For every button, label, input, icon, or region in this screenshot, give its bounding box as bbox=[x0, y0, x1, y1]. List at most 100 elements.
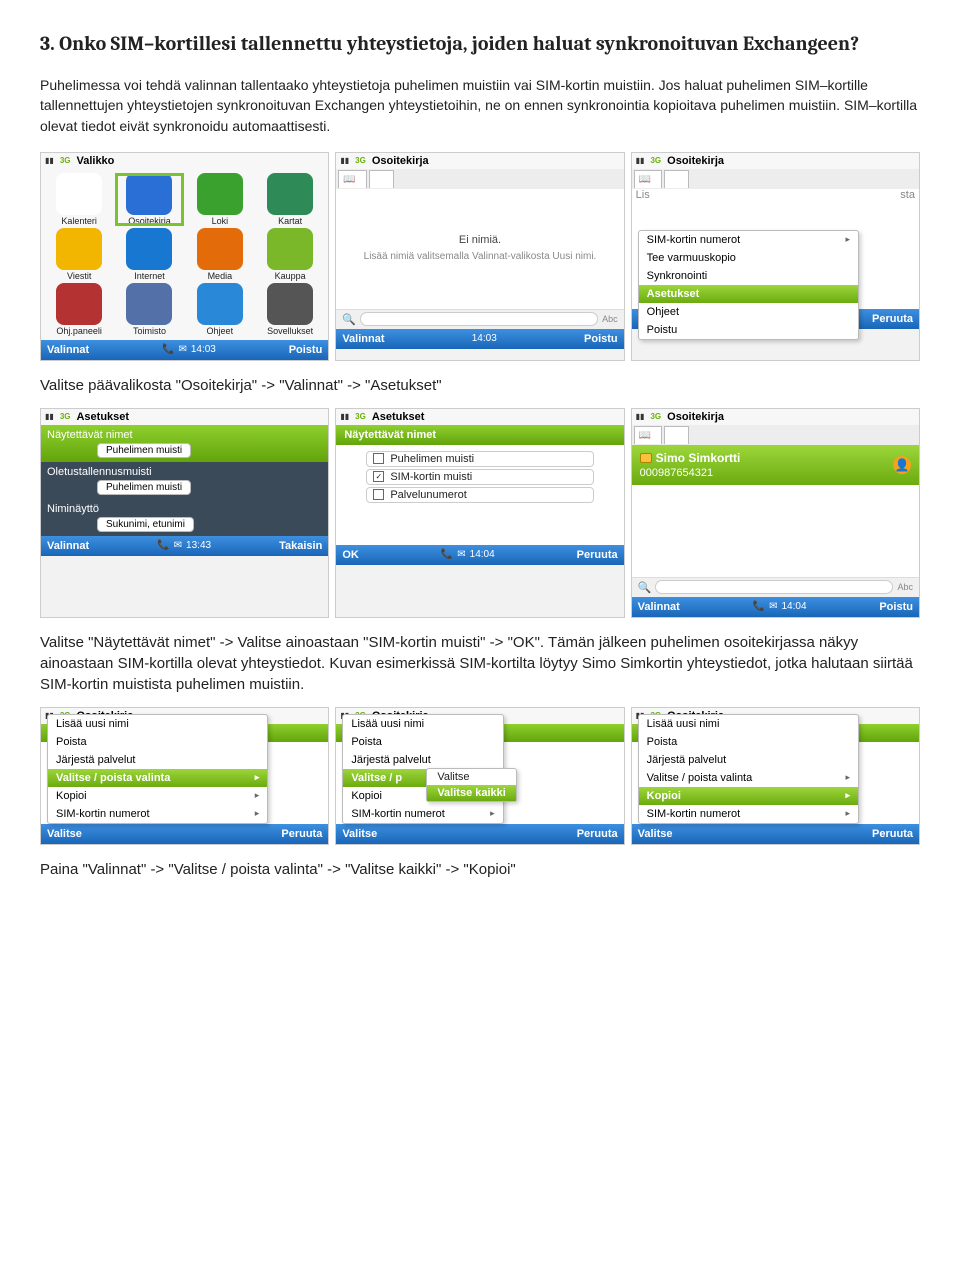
sim-icon bbox=[640, 453, 652, 463]
avatar-icon: 👤 bbox=[893, 456, 911, 474]
checkbox-icon: ✓ bbox=[373, 471, 384, 482]
chevron-right-icon: ▸ bbox=[255, 790, 260, 801]
softkey-left[interactable]: OK bbox=[342, 549, 359, 561]
menu-item[interactable]: Poista bbox=[48, 733, 267, 751]
chevron-right-icon: ▸ bbox=[845, 808, 850, 819]
menu-item[interactable]: Ohjeet bbox=[639, 303, 858, 321]
app-label: Toimisto bbox=[133, 326, 166, 336]
softkey-right[interactable]: Peruuta bbox=[872, 828, 913, 840]
menu-item[interactable]: Asetukset bbox=[639, 285, 858, 303]
phone-options-copy: ▮▮3GOsoitekirja Lisää uusi nimiPoistaJär… bbox=[631, 707, 920, 845]
app-glyph bbox=[267, 283, 313, 325]
empty-hint: Lisää nimiä valitsemalla Valinnat-valiko… bbox=[364, 250, 597, 263]
contact-number: 000987654321 bbox=[640, 467, 741, 479]
app-icon-ohjeet[interactable]: Ohjeet bbox=[186, 283, 254, 336]
softkey-right[interactable]: Peruuta bbox=[577, 549, 618, 561]
submenu-item[interactable]: Valitse bbox=[427, 769, 516, 785]
tab-contacts[interactable]: 📖 bbox=[338, 170, 366, 188]
app-icon-viestit[interactable]: Viestit bbox=[45, 228, 113, 281]
screen-title: Valikko bbox=[76, 155, 114, 167]
setting-row[interactable]: NiminäyttöSukunimi, etunimi bbox=[41, 499, 328, 536]
menu-item[interactable]: Lisää uusi nimi bbox=[639, 715, 858, 733]
app-icon-toimisto[interactable]: Toimisto bbox=[115, 283, 183, 336]
softkey-left[interactable]: Valinnat bbox=[342, 333, 384, 345]
submenu-item[interactable]: Valitse kaikki bbox=[427, 785, 516, 801]
checkbox-row[interactable]: Palvelunumerot bbox=[366, 487, 593, 503]
app-glyph bbox=[56, 228, 102, 270]
app-label: Media bbox=[208, 271, 233, 281]
search-input[interactable] bbox=[360, 312, 598, 326]
menu-item[interactable]: SIM-kortin numerot▸ bbox=[639, 231, 858, 249]
setting-value: Sukunimi, etunimi bbox=[97, 517, 194, 532]
app-label: Ohjeet bbox=[207, 326, 234, 336]
checkbox-row[interactable]: Puhelimen muisti bbox=[366, 451, 593, 467]
clock: 14:03 bbox=[191, 344, 216, 355]
app-glyph bbox=[267, 173, 313, 215]
menu-item[interactable]: Kopioi▸ bbox=[639, 787, 858, 805]
chevron-right-icon: ▸ bbox=[255, 772, 260, 783]
book-icon: 📖 bbox=[343, 174, 355, 185]
contact-row[interactable]: Simo Simkortti 000987654321 👤 bbox=[632, 445, 919, 485]
search-icon: 🔍 bbox=[342, 313, 356, 326]
menu-item[interactable]: SIM-kortin numerot▸ bbox=[343, 805, 502, 823]
book-icon: 📖 bbox=[639, 174, 651, 185]
app-icon-osoitekirja[interactable]: Osoitekirja bbox=[115, 173, 183, 226]
menu-item[interactable]: Järjestä palvelut bbox=[639, 751, 858, 769]
softkey-right[interactable]: Poistu bbox=[289, 344, 323, 356]
menu-item[interactable]: Järjestä palvelut bbox=[48, 751, 267, 769]
app-icon-kalenteri[interactable]: Kalenteri bbox=[45, 173, 113, 226]
app-icon-kauppa[interactable]: Kauppa bbox=[256, 228, 324, 281]
app-icon-media[interactable]: Media bbox=[186, 228, 254, 281]
app-icon-sovellukset[interactable]: Sovellukset bbox=[256, 283, 324, 336]
screenshot-row-3: ▮▮3GOsoitekirja Lisää uusi nimiPoistaJär… bbox=[40, 707, 920, 845]
softkey-right[interactable]: Poistu bbox=[584, 333, 618, 345]
menu-item[interactable]: Synkronointi bbox=[639, 267, 858, 285]
app-label: Kartat bbox=[278, 216, 302, 226]
softkey-left[interactable]: Valinnat bbox=[638, 601, 680, 613]
menu-item[interactable]: Valitse / poista valinta▸ bbox=[48, 769, 267, 787]
chevron-right-icon: ▸ bbox=[845, 772, 850, 783]
menu-item[interactable]: Tee varmuuskopio bbox=[639, 249, 858, 267]
menu-item[interactable]: Poista bbox=[343, 733, 502, 751]
app-icon-kartat[interactable]: Kartat bbox=[256, 173, 324, 226]
menu-item[interactable]: Järjestä palvelut bbox=[343, 751, 502, 769]
softkey-right[interactable]: Peruuta bbox=[281, 828, 322, 840]
phone-mainmenu: ▮▮3GValikko KalenteriOsoitekirjaLokiKart… bbox=[40, 152, 329, 361]
menu-item[interactable]: Valitse / poista valinta▸ bbox=[639, 769, 858, 787]
abc-icon: Abc bbox=[602, 314, 618, 324]
softkey-left[interactable]: Valinnat bbox=[47, 344, 89, 356]
softkey-left[interactable]: Valinnat bbox=[47, 540, 89, 552]
app-label: Viestit bbox=[67, 271, 91, 281]
menu-item[interactable]: Kopioi▸ bbox=[48, 787, 267, 805]
app-glyph bbox=[197, 283, 243, 325]
options-menu: Lisää uusi nimiPoistaJärjestä palvelutVa… bbox=[47, 714, 268, 824]
app-label: Kauppa bbox=[275, 271, 306, 281]
paragraph-1: Puhelimessa voi tehdä valinnan tallentaa… bbox=[40, 75, 920, 136]
menu-item[interactable]: SIM-kortin numerot▸ bbox=[639, 805, 858, 823]
app-glyph bbox=[267, 228, 313, 270]
menu-item[interactable]: Poistu bbox=[639, 321, 858, 339]
softkey-right[interactable]: Poistu bbox=[879, 601, 913, 613]
chevron-right-icon: ▸ bbox=[845, 790, 850, 801]
softkey-right[interactable]: Peruuta bbox=[577, 828, 618, 840]
contact-name: Simo Simkortti bbox=[656, 451, 741, 465]
menu-item[interactable]: SIM-kortin numerot▸ bbox=[48, 805, 267, 823]
setting-row[interactable]: Näytettävät nimetPuhelimen muisti bbox=[41, 425, 328, 462]
heading: 3. Onko SIM–kortillesi tallennettu yhtey… bbox=[40, 30, 920, 57]
menu-item[interactable]: Lisää uusi nimi bbox=[48, 715, 267, 733]
search-input[interactable] bbox=[655, 580, 893, 594]
app-glyph bbox=[126, 173, 172, 215]
softkey-left[interactable]: Valitse bbox=[638, 828, 673, 840]
app-icon-internet[interactable]: Internet bbox=[115, 228, 183, 281]
menu-item[interactable]: Poista bbox=[639, 733, 858, 751]
softkey-right[interactable]: Peruuta bbox=[872, 313, 913, 325]
app-glyph bbox=[56, 283, 102, 325]
softkey-left[interactable]: Valitse bbox=[47, 828, 82, 840]
softkey-left[interactable]: Valitse bbox=[342, 828, 377, 840]
app-icon-loki[interactable]: Loki bbox=[186, 173, 254, 226]
checkbox-row[interactable]: ✓SIM-kortin muisti bbox=[366, 469, 593, 485]
menu-item[interactable]: Lisää uusi nimi bbox=[343, 715, 502, 733]
setting-row[interactable]: OletustallennusmuistiPuhelimen muisti bbox=[41, 462, 328, 499]
app-icon-ohj.paneeli[interactable]: Ohj.paneeli bbox=[45, 283, 113, 336]
softkey-right[interactable]: Takaisin bbox=[279, 540, 322, 552]
